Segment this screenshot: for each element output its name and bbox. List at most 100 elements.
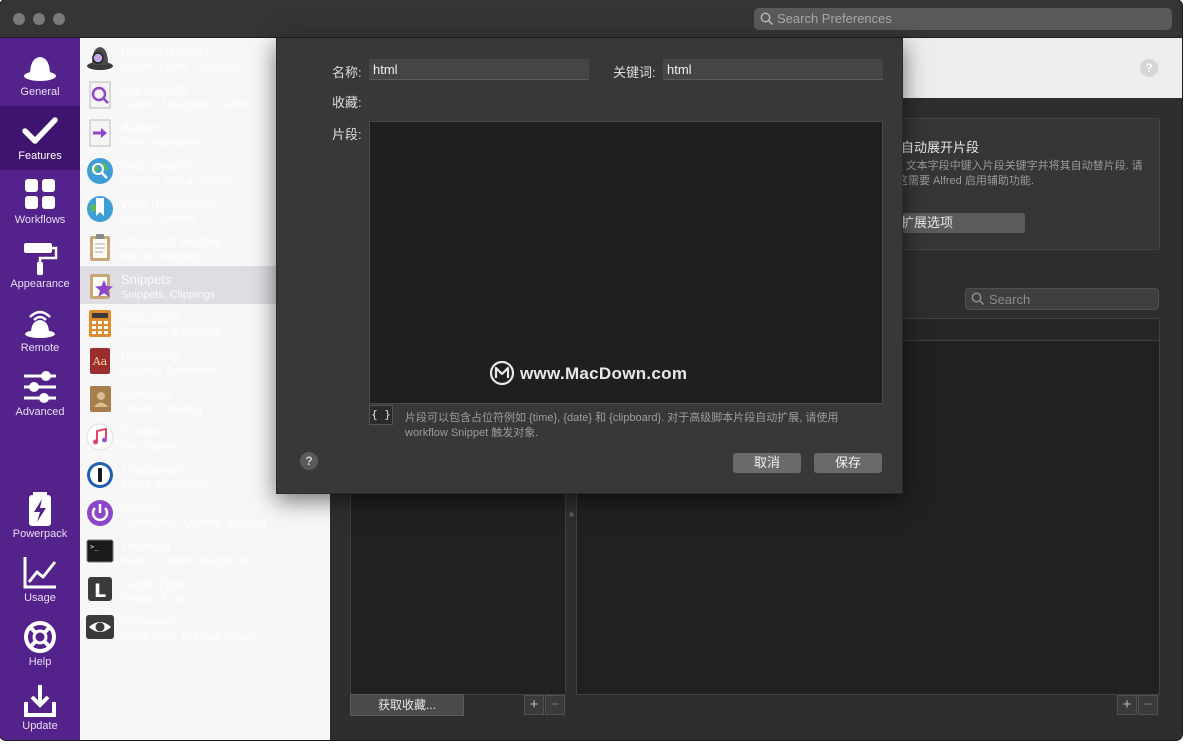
snippet-text-area[interactable]: [369, 121, 883, 404]
globe-bookmark-icon: [87, 196, 113, 222]
feature-subtitle: Scope, Types, Fallbacks: [121, 61, 241, 73]
sidebar-item-general[interactable]: General: [0, 42, 80, 106]
feature-item-previews[interactable]: Previews Quick Look, Preview panels: [80, 608, 330, 646]
feature-title: Web Search: [121, 158, 193, 173]
macdown-logo-icon: [489, 360, 515, 386]
add-snippet-button[interactable]: +: [1117, 695, 1137, 715]
feature-subtitle: 1Click Bookmarks: [121, 479, 210, 491]
feature-title: File Search: [121, 82, 187, 97]
svg-text:>_: >_: [90, 543, 99, 551]
search-preferences-placeholder: Search Preferences: [777, 11, 892, 26]
preferences-window: Search Preferences General Features Work…: [0, 0, 1182, 740]
svg-text:Aa: Aa: [92, 355, 108, 368]
sidebar-item-remote[interactable]: Remote: [0, 298, 80, 362]
snippet-search-field[interactable]: Search: [965, 288, 1159, 310]
remove-snippet-button[interactable]: −: [1138, 695, 1158, 715]
get-collections-button[interactable]: 获取收藏...: [350, 694, 464, 716]
power-icon: [87, 500, 113, 526]
close-window-button[interactable]: [13, 13, 25, 25]
sidebar-item-update[interactable]: Update: [0, 676, 80, 740]
sidebar-item-label: Powerpack: [12, 528, 68, 540]
feature-subtitle: Viewer, Emailing: [121, 403, 203, 415]
terminal-icon: >_: [86, 539, 114, 563]
feature-subtitle: Standard, Advanced: [121, 327, 221, 339]
feature-item-large-type[interactable]: L Large Type Display, Font: [80, 570, 330, 608]
chart-icon: [23, 557, 57, 589]
split-divider-handle[interactable]: [569, 512, 574, 517]
sidebar-item-advanced[interactable]: Advanced: [0, 362, 80, 426]
collections-list[interactable]: [350, 493, 566, 695]
feature-title: Large Type: [121, 576, 186, 591]
feature-subtitle: Display, Font: [121, 593, 185, 605]
sidebar-item-help[interactable]: Help: [0, 612, 80, 676]
sidebar-item-label: Appearance: [10, 278, 70, 290]
feature-subtitle: Files, Navigation: [121, 137, 203, 149]
sidebar-item-label: Usage: [24, 592, 56, 604]
search-icon: [971, 292, 985, 306]
sidebar-item-label: Features: [18, 150, 62, 162]
keyword-label: 关键词:: [613, 65, 656, 80]
sidebar-item-label: Help: [28, 656, 52, 668]
actions-arrow-icon: [89, 119, 111, 147]
feature-subtitle: Mini Player: [121, 441, 176, 453]
download-icon: [24, 685, 56, 717]
calculator-icon: [89, 310, 111, 337]
feature-title: Clipboard History: [121, 234, 221, 249]
name-field[interactable]: html: [369, 59, 589, 80]
hat-icon: [24, 57, 56, 81]
cancel-button[interactable]: 取消: [733, 453, 801, 473]
clipboard-icon: [90, 234, 110, 261]
sidebar-item-powerpack[interactable]: Powerpack: [0, 484, 80, 548]
feature-subtitle: History, Merging: [121, 251, 201, 263]
checkmark-icon: [22, 117, 58, 144]
feature-subtitle: Prefix, Custom Integration: [121, 555, 249, 567]
sidebar-item-label: General: [20, 86, 60, 98]
zoom-window-button[interactable]: [53, 13, 65, 25]
feature-item-system[interactable]: System Commands, Quitting, Ejecting: [80, 494, 330, 532]
sidebar-item-usage[interactable]: Usage: [0, 548, 80, 612]
file-search-icon: [89, 81, 111, 109]
feature-title: System: [121, 500, 165, 515]
feature-title: Default Results: [121, 44, 210, 59]
svg-text:L: L: [94, 580, 106, 602]
snippets-star-icon: [90, 274, 113, 299]
feature-title: Calculator: [121, 310, 180, 325]
sidebar-item-features[interactable]: Features: [0, 106, 80, 170]
snippet-label: 片段:: [332, 127, 362, 142]
feature-title: Terminal: [121, 538, 171, 553]
placeholder-insert-button[interactable]: { }: [369, 405, 393, 425]
feature-title: Dictionary: [121, 348, 179, 363]
edit-snippet-sheet: 名称: html 关键词: html 收藏: 片段: www.MacDown.c…: [276, 38, 903, 494]
sidebar-item-appearance[interactable]: Appearance: [0, 234, 80, 298]
placeholder-hint: 片段可以包含占位符例如 {time}, {date} 和 {clipboard}…: [405, 412, 839, 439]
preferences-sidebar: General Features Workflows Appearance Re…: [0, 38, 80, 740]
alfred-hat-icon: [87, 47, 113, 70]
watermark-text: www.MacDown.com: [520, 364, 688, 383]
feature-subtitle: Custom, URLs, History: [121, 175, 233, 187]
sheet-help-button[interactable]: ?: [300, 452, 318, 470]
add-collection-button[interactable]: +: [524, 695, 544, 715]
keyword-field[interactable]: html: [663, 59, 883, 80]
feature-item-terminal[interactable]: >_ Terminal Prefix, Custom Integration: [80, 532, 330, 570]
title-bar: Search Preferences: [0, 0, 1182, 38]
save-button[interactable]: 保存: [814, 453, 882, 473]
minimize-window-button[interactable]: [33, 13, 45, 25]
contacts-icon: [90, 386, 111, 412]
feature-subtitle: Quick Look, Preview panels: [121, 631, 257, 643]
feature-subtitle: Search, Navigation, Buffer: [121, 99, 250, 111]
paint-roller-icon: [24, 243, 58, 275]
sliders-icon: [24, 371, 56, 403]
remove-collection-button[interactable]: −: [545, 695, 565, 715]
feature-title: iTunes: [121, 424, 160, 439]
feature-subtitle: Spelling, Definitions: [121, 365, 218, 377]
remote-icon: [25, 310, 55, 338]
lifebuoy-icon: [24, 621, 56, 653]
sidebar-item-label: Remote: [20, 342, 60, 354]
auto-expansion-description: acOS 文本字段中键入片段关键字并将其自动替片段. 请注意这需要 Alfred…: [875, 160, 1143, 187]
search-preferences-field[interactable]: Search Preferences: [754, 8, 1172, 30]
battery-icon: [29, 492, 51, 526]
sidebar-item-workflows[interactable]: Workflows: [0, 170, 80, 234]
header-help-button[interactable]: ?: [1140, 59, 1158, 77]
large-type-icon: L: [88, 577, 112, 602]
search-icon: [760, 12, 774, 26]
